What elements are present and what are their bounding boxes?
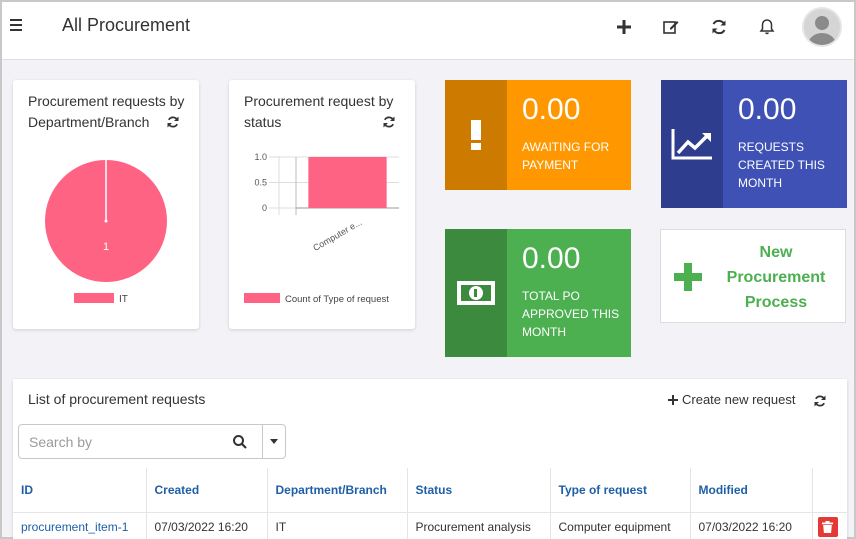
dept-chart-refresh-icon[interactable]: [166, 115, 180, 129]
search-box: [18, 424, 263, 459]
bar-ytick-label: 0: [262, 203, 267, 213]
pie-center-dot: [104, 219, 108, 223]
requests-created-value: 0.00: [738, 93, 797, 126]
delete-button[interactable]: [817, 517, 838, 538]
create-request-label: Create new request: [682, 392, 796, 407]
column-header-type[interactable]: Type of request: [550, 468, 691, 513]
trending-up-icon: [661, 80, 723, 208]
po-approved-label: TOTAL PO APPROVED THIS MONTH: [522, 289, 620, 339]
dept-chart-title: Procurement requests by Department/Branc…: [28, 93, 185, 130]
po-approved-value: 0.00: [522, 242, 581, 275]
bar-ytick-label: 0.5: [254, 178, 267, 188]
search-dropdown-button[interactable]: [262, 424, 286, 459]
status-chart-card: Procurement request by status 0 0.5 1.0 Com…: [229, 80, 415, 329]
money-icon: [445, 229, 507, 357]
bar-ytick-label: 1.0: [254, 152, 267, 162]
row-status: Procurement analysis: [407, 512, 551, 539]
search-icon[interactable]: [232, 434, 248, 450]
row-department: IT: [267, 512, 408, 539]
column-header-modified[interactable]: Modified: [690, 468, 813, 513]
bell-icon[interactable]: [757, 17, 777, 37]
bar-xtick-label: Computer e...: [311, 217, 363, 253]
requests-created-label: REQUESTS CREATED THIS MONTH: [738, 140, 825, 190]
awaiting-payment-label: AWAITING FOR PAYMENT: [522, 140, 610, 172]
procurement-table: ID Created Department/Branch Status Type…: [13, 468, 847, 539]
column-header-department[interactable]: Department/Branch: [267, 468, 408, 513]
status-bar-chart: 0 0.5 1.0 Computer e... Count of Type of req…: [244, 152, 399, 305]
column-header-status[interactable]: Status: [407, 468, 551, 513]
add-icon[interactable]: [614, 17, 634, 37]
avatar[interactable]: [802, 7, 842, 47]
refresh-icon[interactable]: [709, 17, 729, 37]
row-created: 07/03/2022 16:20: [146, 512, 268, 539]
bar-legend-label: Count of Type of request: [285, 294, 389, 305]
procurement-list-card: List of procurement requests Create new …: [13, 379, 847, 539]
po-approved-card[interactable]: 0.00 TOTAL PO APPROVED THIS MONTH: [445, 229, 631, 357]
table-header-row: ID Created Department/Branch Status Type…: [13, 468, 847, 513]
status-chart-refresh-icon[interactable]: [382, 115, 396, 129]
edit-icon[interactable]: [661, 17, 681, 37]
row-type: Computer equipment: [550, 512, 691, 539]
plus-icon: [674, 263, 702, 291]
dept-chart-card: Procurement requests by Department/Branc…: [13, 80, 199, 329]
pie-legend-swatch: [74, 293, 114, 303]
column-header-created[interactable]: Created: [146, 468, 268, 513]
awaiting-payment-card[interactable]: 0.00 AWAITING FOR PAYMENT: [445, 80, 631, 190]
pie-legend-label: IT: [119, 294, 128, 305]
new-procurement-button[interactable]: New Procurement Process: [660, 229, 846, 323]
list-refresh-icon[interactable]: [813, 394, 827, 408]
dept-pie-chart: 1 IT: [45, 160, 167, 305]
status-chart-title: Procurement request by status: [244, 93, 394, 130]
awaiting-payment-value: 0.00: [522, 93, 581, 126]
exclamation-icon: [445, 80, 507, 190]
add-icon: [668, 394, 678, 405]
pie-data-label: 1: [103, 241, 109, 253]
table-row[interactable]: procurement_item-1 07/03/2022 16:20 IT P…: [13, 512, 847, 539]
list-title: List of procurement requests: [28, 391, 206, 407]
bar-legend-swatch: [244, 293, 280, 303]
row-id-link[interactable]: procurement_item-1: [21, 520, 128, 534]
menu-icon[interactable]: [10, 19, 22, 31]
top-bar: All Procurement: [2, 2, 854, 60]
search-input[interactable]: [29, 432, 224, 452]
bar: [308, 157, 387, 208]
row-modified: 07/03/2022 16:20: [690, 512, 813, 539]
column-header-id[interactable]: ID: [13, 468, 147, 513]
requests-created-card[interactable]: 0.00 REQUESTS CREATED THIS MONTH: [661, 80, 847, 208]
page-title: All Procurement: [62, 15, 191, 35]
create-request-button[interactable]: Create new request: [668, 392, 795, 407]
column-header-actions: [812, 468, 847, 513]
new-procurement-label: New Procurement Process: [726, 244, 826, 311]
trash-icon: [822, 521, 833, 534]
